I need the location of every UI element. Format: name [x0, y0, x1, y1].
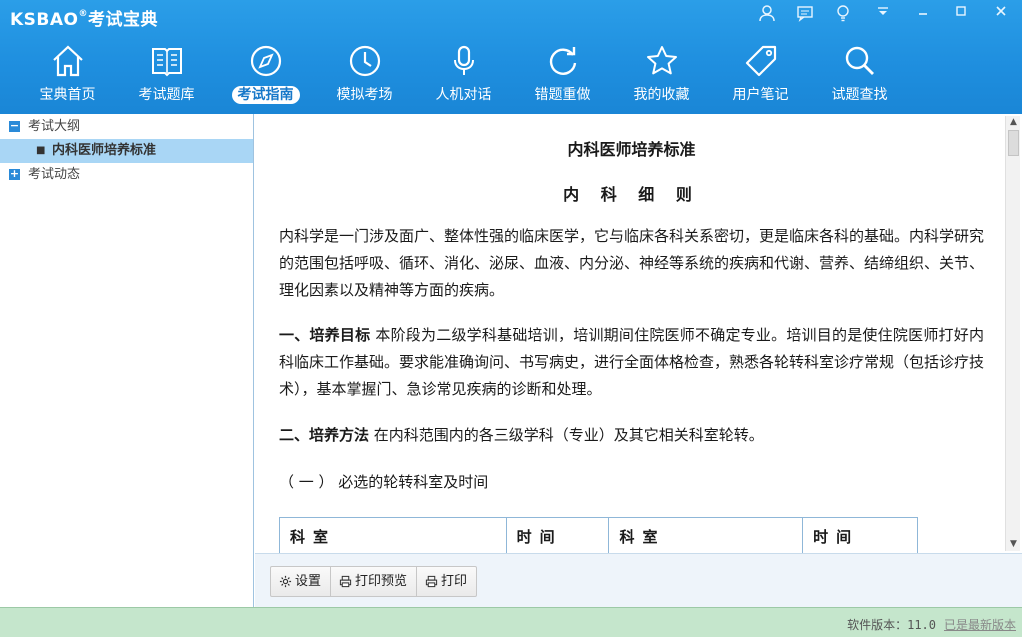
tree-item-exam-outline[interactable]: − 考试大纲 [0, 115, 253, 139]
section-heading: 二、培养方法 [279, 426, 370, 444]
scroll-down-arrow-icon[interactable]: ▼ [1008, 539, 1019, 550]
section-training-goal: 一、培养目标 本阶段为二级学科基础培训，培训期间住院医师不确定专业。培训目的是使… [279, 322, 984, 403]
bullet-icon: ■ [36, 145, 46, 156]
nav-home[interactable]: 宝典首页 [18, 40, 117, 106]
tree-item-training-standard[interactable]: ■ 内科医师培养标准 [0, 139, 253, 163]
expand-toggle-icon[interactable]: + [9, 168, 20, 180]
nav-voice-dialog[interactable]: 人机对话 [414, 40, 513, 106]
close-icon[interactable] [988, 4, 1014, 18]
document-title: 内科医师培养标准 [567, 140, 696, 159]
print-button[interactable]: 打印 [417, 567, 476, 596]
search-icon [810, 40, 909, 82]
nav-redo-wrong[interactable]: 错题重做 [513, 40, 612, 106]
subsection-heading: （ 一 ） 必选的轮转科室及时间 [279, 473, 489, 491]
table-header-row: 科室 时间 科室 时间 [279, 517, 918, 553]
section-training-method: 二、培养方法 在内科范围内的各三级学科（专业）及其它相关科室轮转。 [279, 422, 984, 449]
intro-paragraph: 内科学是一门涉及面广、整体性强的临床医学，它与临床各科关系密切，更是临床各科的基… [279, 227, 985, 299]
maximize-icon[interactable] [948, 4, 974, 18]
settings-label: 设置 [295, 574, 322, 589]
print-label: 打印 [441, 574, 468, 589]
status-bar: 软件版本：11.0 已是最新版本 [0, 607, 1022, 637]
nav-favorites-label: 我的收藏 [633, 87, 690, 103]
version-text: 软件版本：11.0 [847, 618, 936, 632]
nav-question-bank-label: 考试题库 [138, 87, 195, 103]
tree-item-label: 考试动态 [28, 167, 81, 182]
app-header: KSBAO®考试宝典 宝典首页 考试题库 考试指南 模拟考场 人机对话 错题重做… [0, 0, 1022, 114]
collapse-toggle-icon[interactable]: − [9, 120, 20, 132]
table-header-cell: 时间 [802, 517, 918, 553]
microphone-icon [414, 40, 513, 82]
table-header-cell: 时间 [505, 517, 610, 553]
nav-search-questions[interactable]: 试题查找 [810, 40, 909, 106]
tree-item-label: 考试大纲 [28, 119, 81, 134]
scroll-up-arrow-icon[interactable]: ▲ [1008, 117, 1019, 128]
sidebar-tree: − 考试大纲 ■ 内科医师培养标准 + 考试动态 [0, 114, 254, 607]
section-text: 本阶段为二级学科基础培训，培训期间住院医师不确定专业。培训目的是使住院医师打好内… [279, 326, 985, 398]
toolbar-button-group: 设置 打印预览 打印 [270, 566, 478, 597]
document-toolbar: 设置 打印预览 打印 [255, 553, 1022, 607]
book-icon [117, 40, 216, 82]
nav-search-questions-label: 试题查找 [831, 87, 888, 103]
nav-exam-guide[interactable]: 考试指南 [216, 40, 315, 106]
gear-icon [279, 575, 292, 588]
document-view: 内科医师培养标准 内 科 细 则 内科学是一门涉及面广、整体性强的临床医学，它与… [255, 114, 1022, 553]
lightbulb-icon[interactable] [830, 4, 856, 22]
nav-favorites[interactable]: 我的收藏 [612, 40, 711, 106]
app-window: KSBAO®考试宝典 宝典首页 考试题库 考试指南 模拟考场 人机对话 错题重做… [0, 0, 1022, 637]
home-icon [18, 40, 117, 82]
main-nav: 宝典首页 考试题库 考试指南 模拟考场 人机对话 错题重做 我的收藏 用户笔记 … [18, 40, 909, 106]
nav-user-notes-label: 用户笔记 [732, 87, 789, 103]
tag-icon [711, 40, 810, 82]
compass-icon [216, 40, 315, 82]
tree-item-label: 内科医师培养标准 [52, 143, 157, 158]
nav-question-bank[interactable]: 考试题库 [117, 40, 216, 106]
printer-icon [425, 575, 438, 588]
nav-redo-wrong-label: 错题重做 [534, 87, 591, 103]
nav-home-label: 宝典首页 [39, 87, 96, 103]
nav-exam-guide-label: 考试指南 [231, 86, 300, 104]
vertical-scrollbar[interactable]: ▲ ▼ [1005, 116, 1020, 551]
clock-icon [315, 40, 414, 82]
print-preview-label: 打印预览 [355, 574, 408, 589]
nav-user-notes[interactable]: 用户笔记 [711, 40, 810, 106]
print-preview-button[interactable]: 打印预览 [331, 567, 418, 596]
minimize-icon[interactable] [910, 4, 936, 18]
nav-mock-exam-label: 模拟考场 [336, 87, 393, 103]
settings-button[interactable]: 设置 [271, 567, 332, 596]
latest-version-link[interactable]: 已是最新版本 [944, 616, 1016, 633]
section-text: 在内科范围内的各三级学科（专业）及其它相关科室轮转。 [373, 426, 764, 444]
document-subtitle: 内 科 细 则 [563, 185, 700, 204]
user-icon[interactable] [754, 4, 780, 22]
nav-mock-exam[interactable]: 模拟考场 [315, 40, 414, 106]
printer-icon [339, 575, 352, 588]
scroll-thumb[interactable] [1008, 130, 1019, 156]
dropdown-menu-icon[interactable] [870, 4, 896, 18]
nav-voice-dialog-label: 人机对话 [435, 87, 492, 103]
tree-item-exam-news[interactable]: + 考试动态 [0, 163, 253, 187]
star-icon [612, 40, 711, 82]
table-header-cell: 科室 [279, 517, 507, 553]
table-header-cell: 科室 [608, 517, 804, 553]
message-icon[interactable] [792, 4, 818, 22]
rotation-table: 科室 时间 科室 时间 [279, 517, 918, 553]
section-heading: 一、培养目标 [279, 326, 371, 344]
refresh-icon [513, 40, 612, 82]
brand-logo: KSBAO®考试宝典 [10, 9, 158, 30]
